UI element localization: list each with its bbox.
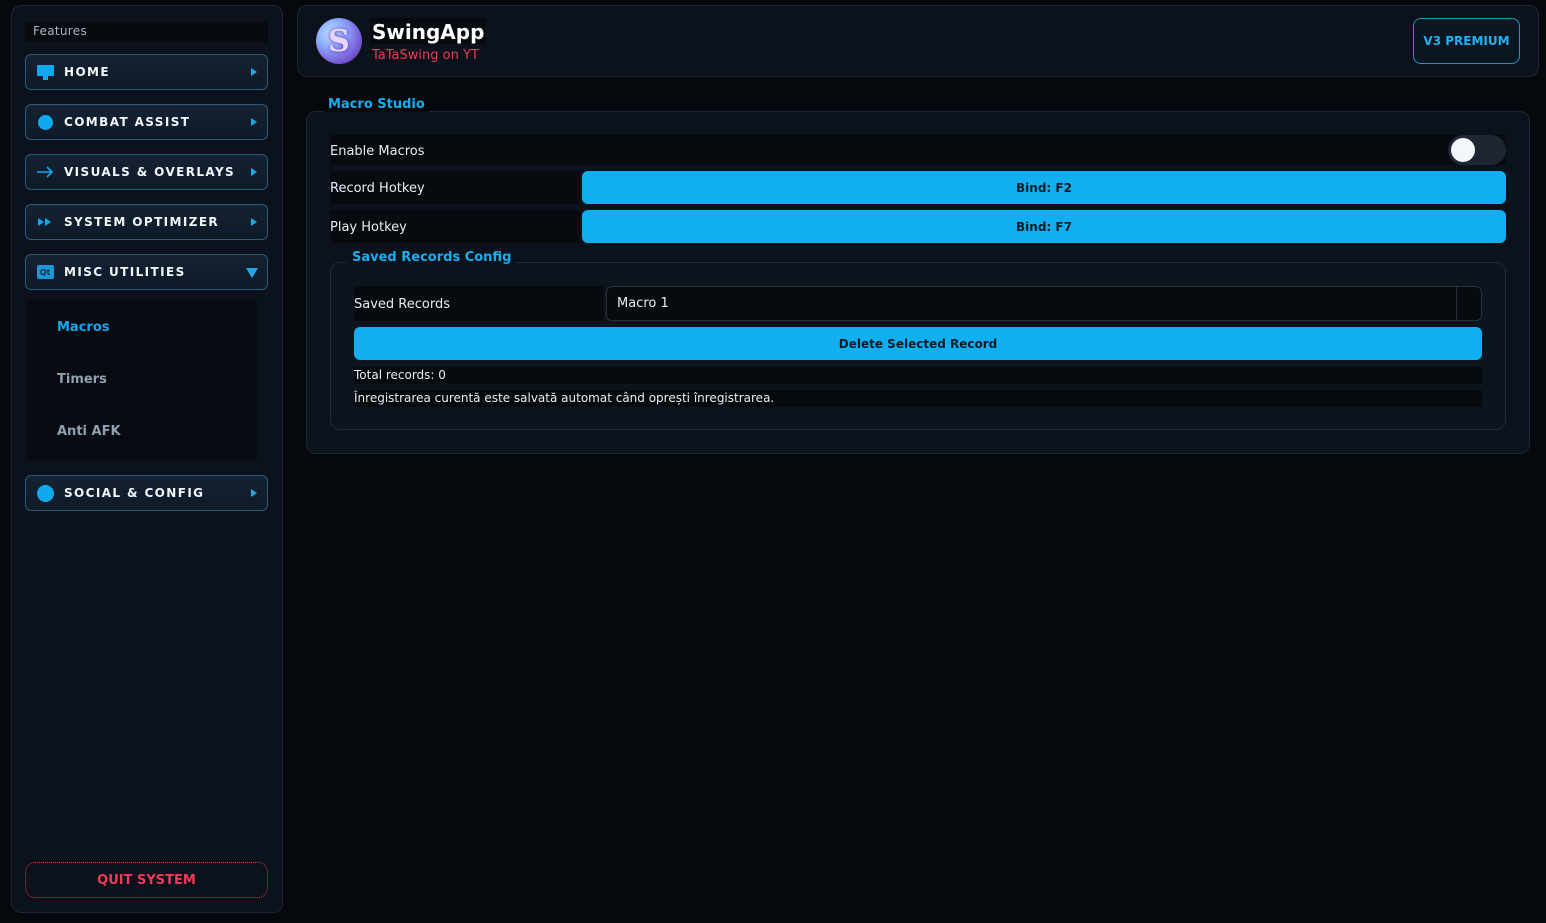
toggle-knob bbox=[1451, 138, 1475, 162]
arrow-right-icon bbox=[36, 163, 54, 181]
saved-records-label: Saved Records bbox=[354, 297, 450, 312]
nav-item-system-optimizer[interactable]: SYSTEM OPTIMIZER bbox=[25, 204, 268, 240]
nav-item-label: COMBAT ASSIST bbox=[64, 115, 191, 129]
chevron-right-icon bbox=[251, 218, 257, 226]
nav-item-social-config[interactable]: SOCIAL & CONFIG bbox=[25, 475, 268, 511]
fast-forward-icon bbox=[36, 213, 54, 231]
enable-macros-label: Enable Macros bbox=[330, 144, 425, 159]
header: S SwingApp TaTaSwing on YT V3 PREMIUM bbox=[297, 5, 1539, 77]
nav-item-home[interactable]: HOME bbox=[25, 54, 268, 90]
enable-macros-row bbox=[330, 135, 1506, 165]
nav-item-label: SOCIAL & CONFIG bbox=[64, 486, 205, 500]
play-hotkey-label: Play Hotkey bbox=[330, 220, 407, 235]
autosave-note-text: Înregistrarea curentă este salvată autom… bbox=[354, 390, 1482, 407]
app-subtitle: TaTaSwing on YT bbox=[372, 48, 479, 63]
total-records-text: Total records: 0 bbox=[354, 367, 1482, 384]
app-title: SwingApp bbox=[370, 18, 487, 44]
saved-records-select[interactable]: Macro 1 bbox=[606, 286, 1482, 321]
nav-item-label: HOME bbox=[64, 65, 110, 79]
chevron-right-icon bbox=[251, 489, 257, 497]
submenu-item-macros[interactable]: Macros bbox=[57, 320, 110, 335]
chevron-right-icon bbox=[251, 168, 257, 176]
record-hotkey-bind-button[interactable]: Bind: F2 bbox=[582, 171, 1506, 204]
app-logo: S bbox=[316, 18, 362, 64]
delete-selected-record-button[interactable]: Delete Selected Record bbox=[354, 327, 1482, 360]
nav-item-visuals-overlays[interactable]: VISUALS & OVERLAYS bbox=[25, 154, 268, 190]
chevron-right-icon bbox=[251, 118, 257, 126]
app-window: Features HOME COMBAT ASSIST VISUALS & OV… bbox=[0, 0, 1546, 923]
select-dropdown-divider bbox=[1456, 287, 1457, 320]
monitor-icon bbox=[36, 63, 54, 81]
premium-badge[interactable]: V3 PREMIUM bbox=[1413, 18, 1520, 64]
circle-icon bbox=[36, 484, 54, 502]
features-label: Features bbox=[25, 22, 268, 42]
nav-item-combat-assist[interactable]: COMBAT ASSIST bbox=[25, 104, 268, 140]
chevron-down-icon bbox=[246, 268, 258, 278]
nav-item-label: SYSTEM OPTIMIZER bbox=[64, 215, 220, 229]
saved-records-title: Saved Records Config bbox=[347, 250, 517, 265]
macro-studio-title: Macro Studio bbox=[324, 97, 429, 112]
nav-item-misc-utilities[interactable]: Qt MISC UTILITIES bbox=[25, 254, 268, 290]
nav-item-label: MISC UTILITIES bbox=[64, 265, 186, 279]
quit-system-button[interactable]: QUIT SYSTEM bbox=[25, 862, 268, 898]
nav-item-label: VISUALS & OVERLAYS bbox=[64, 165, 236, 179]
enable-macros-toggle[interactable] bbox=[1448, 135, 1506, 165]
misc-utilities-submenu: Macros Timers Anti AFK bbox=[26, 299, 257, 461]
chevron-right-icon bbox=[251, 68, 257, 76]
record-hotkey-label: Record Hotkey bbox=[330, 181, 425, 196]
saved-records-selected-value: Macro 1 bbox=[617, 296, 669, 311]
submenu-item-timers[interactable]: Timers bbox=[57, 372, 107, 387]
qt-icon: Qt bbox=[36, 263, 54, 281]
play-hotkey-bind-button[interactable]: Bind: F7 bbox=[582, 210, 1506, 243]
submenu-item-anti-afk[interactable]: Anti AFK bbox=[57, 424, 121, 439]
circle-icon bbox=[36, 113, 54, 131]
